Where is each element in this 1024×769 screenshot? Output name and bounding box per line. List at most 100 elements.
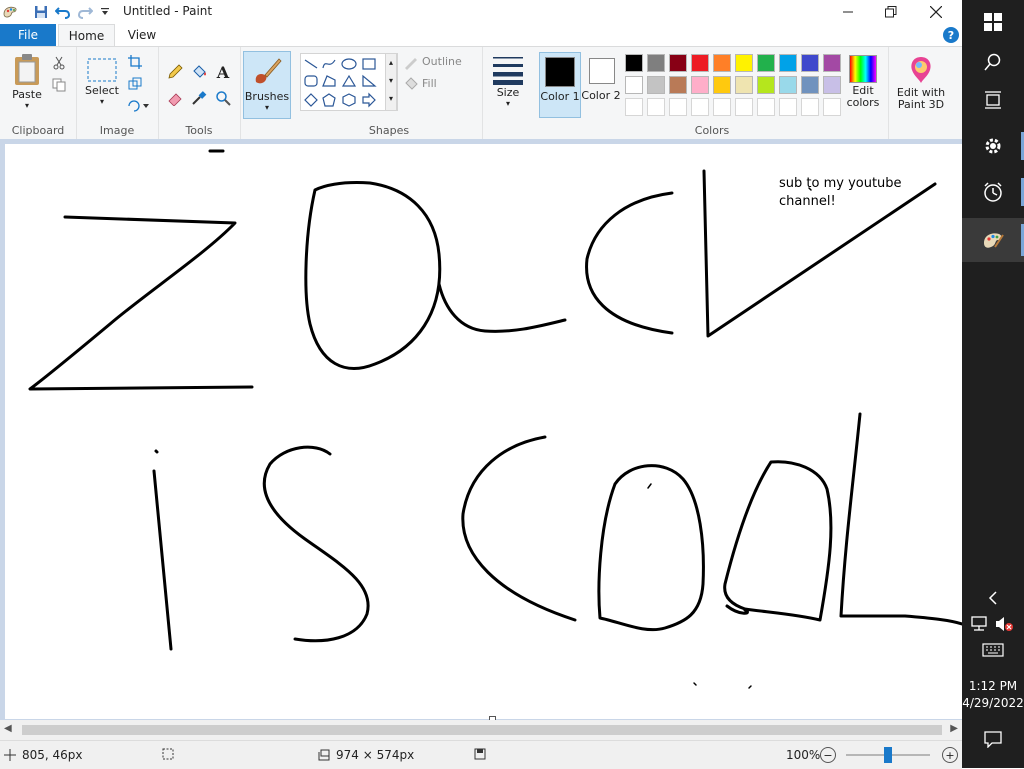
scrollbar-thumb[interactable] <box>22 725 942 735</box>
taskbar-paint[interactable] <box>962 218 1024 262</box>
notification-icon <box>984 731 1002 749</box>
edit-with-paint3d-button[interactable]: Edit with Paint 3D <box>892 55 950 111</box>
selection-size <box>162 748 174 760</box>
palette-color-swatch[interactable] <box>713 76 731 94</box>
palette-color-swatch[interactable] <box>757 76 775 94</box>
tab-home[interactable]: Home <box>58 24 115 47</box>
cut-icon[interactable] <box>50 54 68 72</box>
palette-color-swatch[interactable] <box>625 54 643 72</box>
taskbar-settings[interactable] <box>962 124 1024 168</box>
palette-color-swatch[interactable] <box>647 76 665 94</box>
custom-color-slot[interactable] <box>691 98 709 116</box>
palette-color-swatch[interactable] <box>801 76 819 94</box>
palette-color-swatch[interactable] <box>691 76 709 94</box>
scroll-right-icon[interactable]: ▶ <box>950 723 958 734</box>
custom-color-slot[interactable] <box>647 98 665 116</box>
crop-icon[interactable] <box>126 53 144 71</box>
brushes-button[interactable]: Brushes ▾ <box>243 51 291 119</box>
resize-icon[interactable] <box>126 75 144 93</box>
disk-icon <box>474 748 486 760</box>
taskbar-clock[interactable]: 1:12 PM 4/29/2022 <box>962 678 1024 712</box>
palette-color-swatch[interactable] <box>713 54 731 72</box>
drawing-canvas[interactable]: sub to my youtube channel! <box>5 144 962 719</box>
zoom-out-button[interactable]: − <box>820 747 836 763</box>
palette-color-swatch[interactable] <box>779 76 797 94</box>
zoom-in-button[interactable]: + <box>942 747 958 763</box>
size-group: Size ▾ <box>482 47 534 139</box>
color1-swatch <box>545 57 575 87</box>
custom-color-slot[interactable] <box>735 98 753 116</box>
custom-color-slot[interactable] <box>625 98 643 116</box>
select-button[interactable]: Select ▾ <box>82 57 122 106</box>
paste-button[interactable]: Paste ▾ <box>8 53 46 110</box>
show-hidden-icons-button[interactable] <box>962 578 1024 618</box>
help-button[interactable]: ? <box>943 27 959 43</box>
palette-color-swatch[interactable] <box>735 54 753 72</box>
zoom-slider-thumb[interactable] <box>884 747 892 763</box>
palette-color-swatch[interactable] <box>801 54 819 72</box>
magnifier-icon[interactable] <box>214 89 232 107</box>
eraser-icon[interactable] <box>166 89 184 107</box>
color2-button[interactable]: Color 2 <box>581 52 621 116</box>
redo-icon[interactable] <box>77 4 93 20</box>
horizontal-scrollbar[interactable]: ◀ ▶ <box>0 720 962 740</box>
clipboard-group: Paste ▾ Clipboard <box>0 47 77 139</box>
volume-muted-icon[interactable] <box>994 616 1014 634</box>
edit-colors-button[interactable]: Edit colors <box>842 55 884 109</box>
image-group: Select ▾ Image <box>76 47 159 139</box>
palette-color-swatch[interactable] <box>757 54 775 72</box>
shapes-gallery[interactable] <box>300 53 398 111</box>
clock-time: 1:12 PM <box>968 679 1018 693</box>
maximize-button[interactable] <box>868 0 914 24</box>
fill-bucket-icon[interactable] <box>190 63 208 81</box>
undo-icon[interactable] <box>55 4 71 20</box>
customize-quick-access-icon[interactable] <box>97 4 113 20</box>
select-label: Select <box>85 84 119 97</box>
palette-color-swatch[interactable] <box>647 54 665 72</box>
start-button[interactable] <box>962 0 1024 44</box>
outline-label[interactable]: Outline <box>422 55 462 68</box>
tab-view[interactable]: View <box>120 24 164 46</box>
rotate-icon[interactable] <box>126 97 150 115</box>
canvas-size-icon <box>318 749 330 761</box>
color-picker-icon[interactable] <box>190 89 208 107</box>
custom-color-slot[interactable] <box>713 98 731 116</box>
palette-color-swatch[interactable] <box>691 54 709 72</box>
canvas-text-note[interactable]: sub to my youtube channel! <box>779 175 919 211</box>
custom-color-slot[interactable] <box>757 98 775 116</box>
keyboard-icon[interactable] <box>982 643 1004 659</box>
fill-icon[interactable] <box>402 75 420 93</box>
minimize-button[interactable] <box>825 0 871 24</box>
save-icon[interactable] <box>33 4 49 20</box>
pencil-icon[interactable] <box>166 63 184 81</box>
palette-color-swatch[interactable] <box>669 76 687 94</box>
custom-color-slot[interactable] <box>669 98 687 116</box>
outline-icon[interactable] <box>402 53 420 71</box>
palette-color-swatch[interactable] <box>735 76 753 94</box>
custom-color-slot[interactable] <box>801 98 819 116</box>
palette-color-swatch[interactable] <box>669 54 687 72</box>
shapes-scroll[interactable]: ▴ ▾ ▾ <box>385 53 397 111</box>
select-icon <box>87 58 117 82</box>
action-center-button[interactable] <box>984 730 1002 749</box>
custom-color-slot[interactable] <box>779 98 797 116</box>
palette-color-swatch[interactable] <box>823 54 841 72</box>
fill-label[interactable]: Fill <box>422 77 437 90</box>
paint-app-icon[interactable] <box>2 4 18 20</box>
text-tool-icon[interactable]: A <box>214 63 232 82</box>
palette-color-swatch[interactable] <box>779 54 797 72</box>
taskbar-alarms[interactable] <box>962 170 1024 214</box>
palette-color-swatch[interactable] <box>823 76 841 94</box>
tab-file[interactable]: File <box>0 24 56 46</box>
image-group-label: Image <box>99 124 135 137</box>
custom-color-slot[interactable] <box>823 98 841 116</box>
close-button[interactable] <box>913 0 959 24</box>
task-view-button[interactable] <box>962 78 1024 122</box>
color1-button[interactable]: Color 1 <box>539 52 581 118</box>
line-size-icon <box>493 57 523 85</box>
copy-icon[interactable] <box>50 76 68 94</box>
palette-color-swatch[interactable] <box>625 76 643 94</box>
size-button[interactable]: Size ▾ <box>488 55 528 108</box>
scroll-left-icon[interactable]: ◀ <box>4 723 12 734</box>
network-icon[interactable] <box>970 616 990 634</box>
